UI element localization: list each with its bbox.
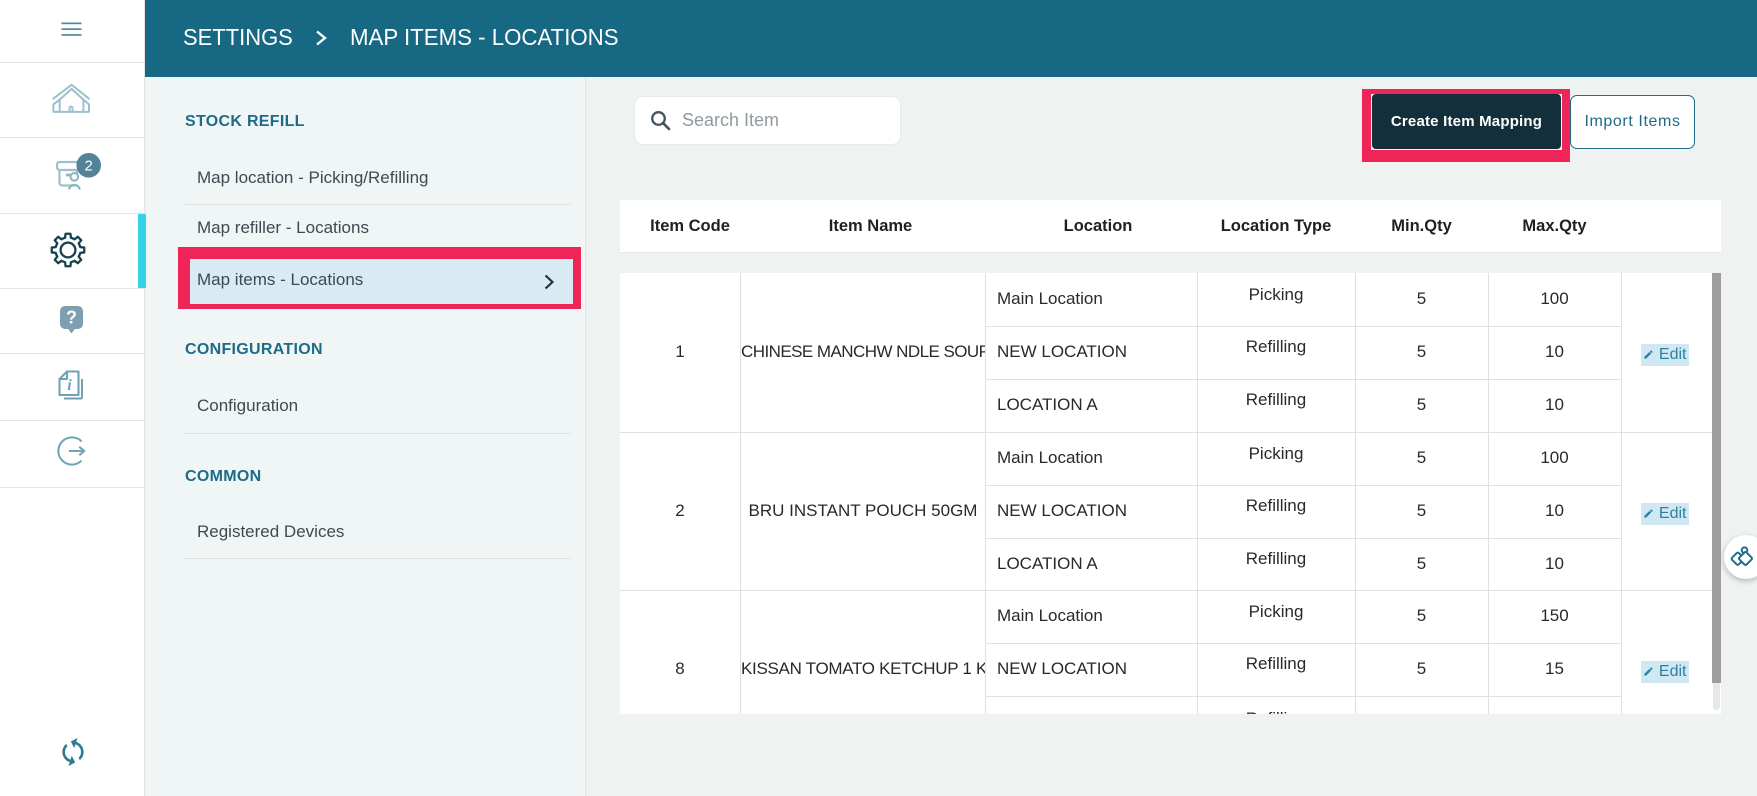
svg-text:?: ? [66,308,77,328]
svg-text:i: i [67,377,72,394]
svg-text:2: 2 [85,157,93,174]
